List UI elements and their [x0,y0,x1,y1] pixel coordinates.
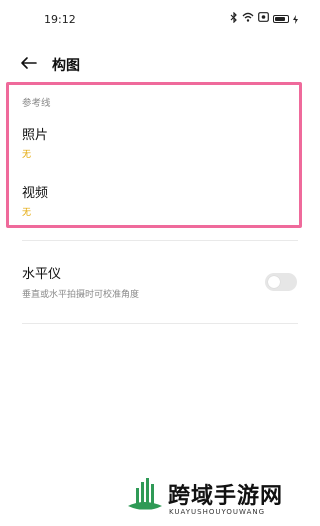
setting-item-value: 无 [22,150,32,160]
camera-composition-settings-page: 19:12 构图 参考线 照片 无 视频 无 水平仪 垂直或水平拍摄时可校准角度… [0,0,318,526]
setting-item-photo[interactable]: 照片 无 [22,124,48,160]
back-button[interactable] [20,55,38,71]
toggle-knob [268,276,280,288]
status-bar: 19:12 [0,0,318,40]
level-toggle[interactable] [265,273,297,291]
setting-item-video[interactable]: 视频 无 [22,182,48,218]
divider [22,240,298,241]
bluetooth-icon [230,11,238,27]
page-title: 构图 [52,58,80,74]
page-header: 构图 [0,50,318,78]
battery-icon [273,15,289,23]
setting-item-title: 视频 [22,186,49,201]
charging-icon [293,14,298,24]
watermark: 跨域手游网 KUAYUSHOUYOUWANG [124,474,314,522]
level-description: 垂直或水平拍摄时可校准角度 [22,290,140,300]
screen-record-icon [258,12,269,26]
status-icons [230,11,298,27]
watermark-text: 跨域手游网 [168,484,284,509]
arrow-left-icon [21,57,37,69]
wifi-icon [242,12,254,26]
section-label-reference-lines: 参考线 [22,98,51,109]
setting-item-level[interactable]: 水平仪 垂直或水平拍摄时可校准角度 [22,263,139,300]
watermark-logo-icon [128,478,162,511]
status-time: 19:12 [44,13,76,26]
level-title: 水平仪 [22,267,62,282]
setting-item-title: 照片 [22,128,49,143]
setting-item-value: 无 [22,208,32,218]
divider [22,323,298,324]
watermark-subtext: KUAYUSHOUYOUWANG [169,508,266,516]
